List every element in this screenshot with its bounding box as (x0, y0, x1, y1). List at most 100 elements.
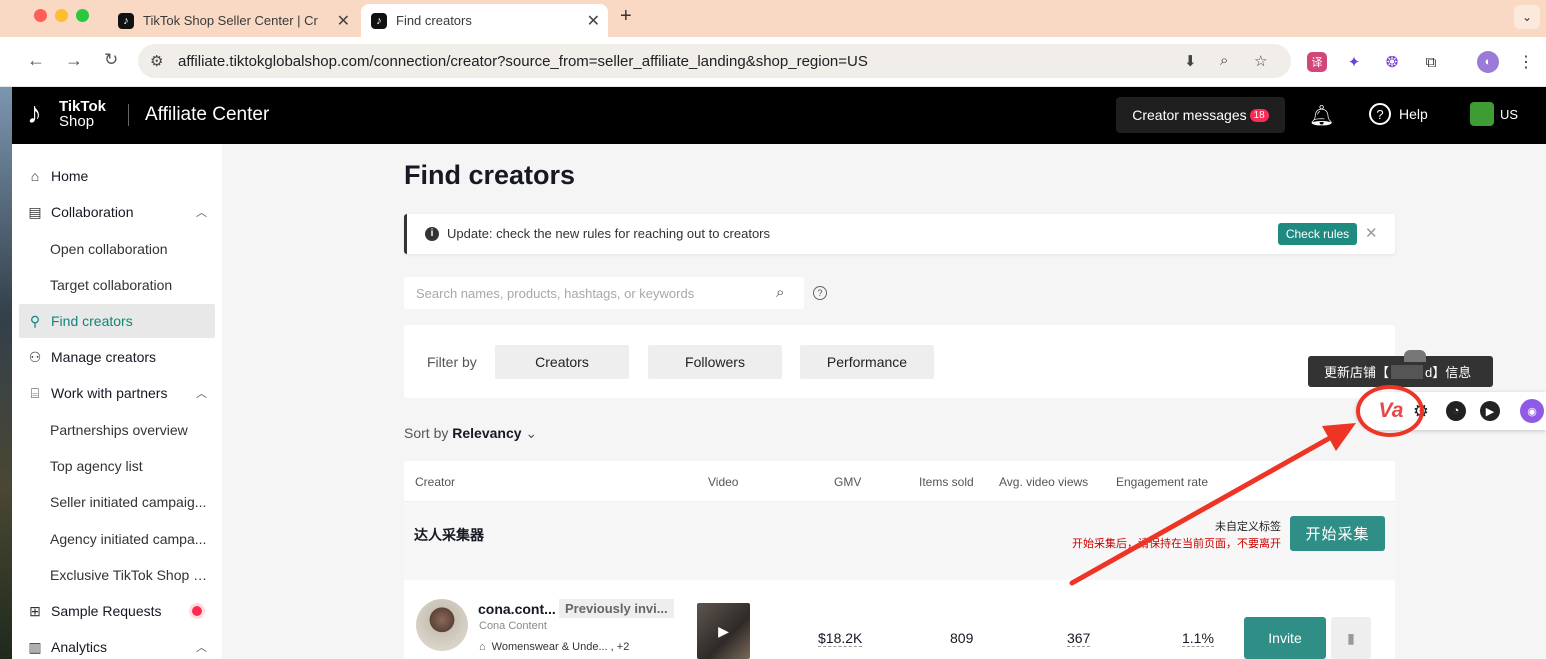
creator-handle[interactable]: cona.cont... (478, 601, 556, 617)
search-help-icon[interactable]: ? (813, 286, 827, 300)
zoom-icon[interactable]: ⌕ (1220, 52, 1228, 69)
account-region-button[interactable]: US (1470, 102, 1518, 126)
close-icon[interactable]: ✕ (1365, 224, 1378, 242)
sidebar-item-top-agency-list[interactable]: Top agency list (19, 449, 215, 483)
tab-seller-center[interactable]: ♪ TikTok Shop Seller Center | Cr ✕ (108, 4, 358, 37)
sidebar-item-label: Analytics (51, 639, 108, 655)
analytics-icon: ▥ (28, 638, 42, 655)
tab-find-creators[interactable]: ♪ Find creators ✕ (361, 4, 608, 37)
creator-avatar[interactable] (416, 599, 468, 651)
sidebar-item-sample-requests[interactable]: ⊞ Sample Requests (19, 594, 215, 628)
tiktok-logo-icon[interactable]: ♪ (27, 97, 55, 131)
sort-value: Relevancy (452, 425, 522, 441)
video-thumbnail[interactable]: ▶ (697, 603, 750, 659)
bookmark-star-icon[interactable]: ☆ (1254, 52, 1267, 70)
creator-messages-label: Creator messages (1132, 107, 1247, 123)
table-row[interactable]: cona.cont... Previously invi... Cona Con… (404, 581, 1395, 659)
sidebar-item-partnerships-overview[interactable]: Partnerships overview (19, 413, 215, 447)
update-notice-banner: i Update: check the new rules for reachi… (404, 214, 1395, 254)
octopus-icon[interactable]: ◉ (1520, 399, 1544, 423)
filter-followers-button[interactable]: Followers (648, 345, 782, 379)
extensions-puzzle-icon[interactable]: ⧉ (1421, 52, 1441, 72)
help-button[interactable]: ? Help (1369, 103, 1428, 125)
shop-avatar (1470, 102, 1494, 126)
reload-icon[interactable]: ↻ (104, 50, 118, 70)
zoom-window-button[interactable] (76, 9, 89, 22)
check-rules-button[interactable]: Check rules (1278, 223, 1357, 245)
header-divider (128, 104, 129, 126)
octopus-extension-icon[interactable]: ❂ (1382, 52, 1402, 72)
notifications-bell-icon[interactable]: 🔔︎ (1309, 103, 1334, 128)
back-icon[interactable]: ← (27, 50, 45, 71)
sidebar-item-label: Manage creators (51, 349, 157, 365)
column-header-avg-video-views[interactable]: Avg. video views (999, 475, 1088, 489)
redacted-text (1391, 364, 1424, 379)
forward-icon[interactable]: → (65, 50, 83, 71)
gmv-value: $18.2K (818, 630, 863, 647)
tooltip-suffix: d】信息 (1425, 365, 1472, 380)
help-icon: ? (1369, 103, 1391, 125)
sort-label: Sort by (404, 425, 449, 441)
bird-extension-icon[interactable]: ✦ (1344, 52, 1364, 72)
notice-text: Update: check the new rules for reaching… (447, 226, 771, 241)
items-sold-value: 809 (950, 630, 974, 646)
chevron-down-icon: ⌄ (525, 425, 538, 441)
sidebar-item-label: Partnerships overview (50, 422, 188, 438)
avg-views-value: 367 (1067, 630, 1091, 647)
browser-menu-icon[interactable]: ⋮ (1516, 52, 1536, 72)
column-header-creator: Creator (415, 475, 456, 489)
column-header-items-sold[interactable]: Items sold (919, 475, 974, 489)
sidebar-item-target-collaboration[interactable]: Target collaboration (19, 268, 215, 302)
profile-avatar-icon[interactable]: ◐ (1477, 51, 1499, 73)
bookmark-icon[interactable]: ▮ (1331, 617, 1371, 659)
column-header-engagement-rate[interactable]: Engagement rate (1116, 475, 1208, 489)
notification-dot (192, 606, 202, 616)
search-input[interactable] (404, 277, 764, 309)
close-window-button[interactable] (34, 9, 47, 22)
info-icon: i (425, 227, 439, 241)
tiktok-shop-logo[interactable]: TikTok Shop (59, 99, 106, 129)
new-tab-button[interactable]: + (620, 5, 632, 28)
sort-dropdown[interactable]: Sort by Relevancy ⌄ (404, 425, 537, 442)
column-header-video: Video (708, 475, 739, 489)
close-tab-icon[interactable]: ✕ (337, 11, 350, 31)
sidebar-item-collaboration[interactable]: ▤ Collaboration ︿ (19, 195, 215, 229)
sidebar-item-analytics[interactable]: ▥ Analytics ︿ (19, 630, 215, 659)
sidebar-item-label: Agency initiated campa... (50, 531, 207, 547)
find-creators-icon: ⚲ (29, 312, 41, 329)
column-header-gmv[interactable]: GMV (834, 475, 861, 489)
sidebar-item-open-collaboration[interactable]: Open collaboration (19, 232, 215, 266)
invite-button[interactable]: Invite (1244, 617, 1326, 659)
sidebar-item-label: Work with partners (51, 385, 168, 401)
sidebar-item-manage-creators[interactable]: ⚇ Manage creators (19, 340, 215, 374)
address-bar[interactable]: ⚙ affiliate.tiktokglobalshop.com/connect… (138, 44, 1291, 78)
filter-performance-button[interactable]: Performance (800, 345, 934, 379)
sidebar-item-home[interactable]: ⌂ Home (19, 159, 215, 193)
sidebar-item-work-with-partners[interactable]: ⌸ Work with partners ︿ (19, 376, 215, 410)
install-app-icon[interactable]: ⬇ (1184, 52, 1197, 70)
sidebar-item-label: Exclusive TikTok Shop c... (50, 567, 210, 583)
collector-tag-label: 未自定义标签 (1215, 521, 1281, 533)
minimize-window-button[interactable] (55, 9, 68, 22)
creator-messages-button[interactable]: Creator messages 18 (1116, 97, 1285, 133)
tab-search-button[interactable]: ⌄ (1514, 5, 1540, 29)
collector-warning: 开始采集后，请保持在当前页面，不要离开 (1072, 538, 1281, 550)
clock-close-icon[interactable]: ◔ (1446, 401, 1466, 421)
browser-tab-bar: ♪ TikTok Shop Seller Center | Cr ✕ ♪ Fin… (0, 0, 1546, 37)
sidebar-item-label: Open collaboration (50, 241, 168, 257)
sidebar-item-agency-initiated-campaigns[interactable]: Agency initiated campa... (19, 522, 215, 556)
search-icon[interactable]: ⌕ (776, 284, 784, 301)
translate-extension-icon[interactable]: 译 (1307, 52, 1327, 72)
tiktok-favicon-icon: ♪ (118, 12, 134, 29)
start-collecting-button[interactable]: 开始采集 (1290, 516, 1385, 551)
play-icon[interactable]: ▶ (1480, 401, 1500, 421)
status-badge: Previously invi... (559, 599, 674, 618)
close-tab-icon[interactable]: ✕ (587, 11, 600, 31)
site-settings-icon[interactable]: ⚙ (150, 52, 163, 70)
sidebar-item-seller-initiated-campaigns[interactable]: Seller initiated campaig... (19, 485, 215, 519)
filter-creators-button[interactable]: Creators (495, 345, 629, 379)
sidebar-item-exclusive-tiktok-shop[interactable]: Exclusive TikTok Shop c... (19, 558, 215, 592)
sidebar-item-label: Find creators (51, 313, 133, 329)
creators-table: Creator Video GMV Items sold Avg. video … (404, 461, 1395, 659)
sidebar-item-find-creators[interactable]: ⚲ Find creators (19, 304, 215, 338)
